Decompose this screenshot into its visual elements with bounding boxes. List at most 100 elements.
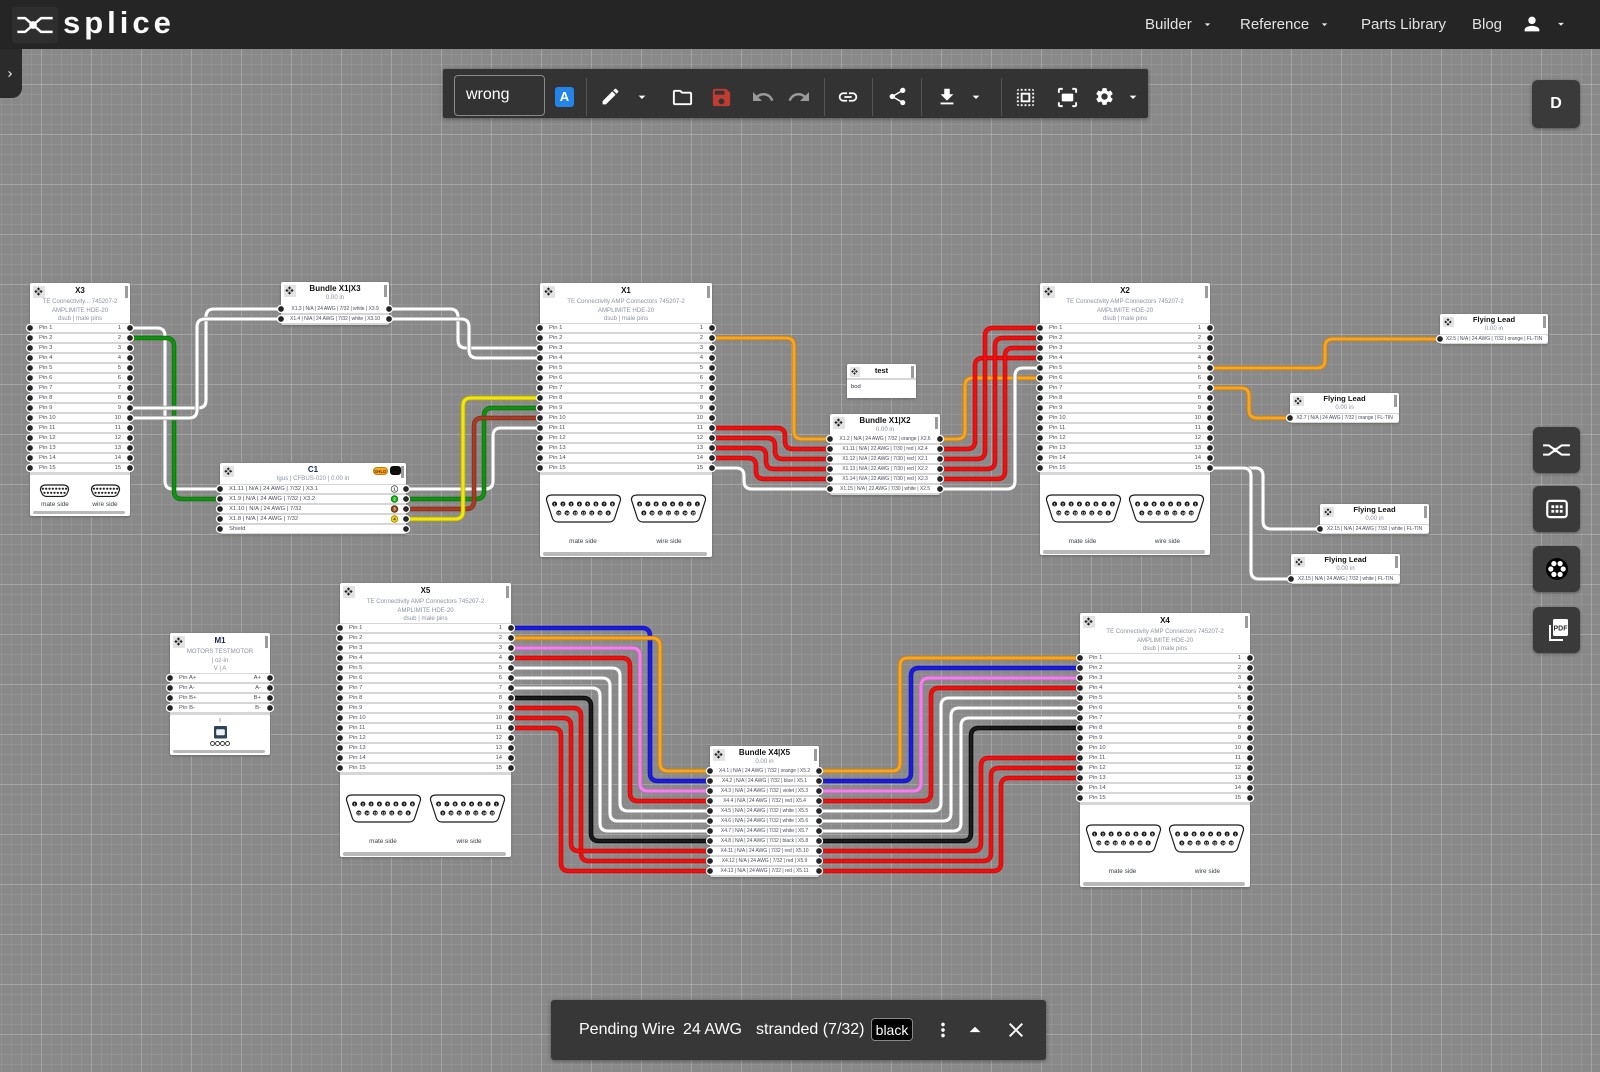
svg-text:12: 12 [582,511,586,515]
svg-text:15: 15 [1097,841,1101,845]
svg-text:4: 4 [1119,832,1121,836]
svg-text:9: 9 [442,811,444,815]
svg-text:4: 4 [579,502,581,506]
svg-text:4: 4 [1210,832,1212,836]
svg-text:15: 15 [1189,511,1193,515]
svg-text:12: 12 [1082,511,1086,515]
svg-text:6: 6 [595,502,597,506]
svg-text:5: 5 [387,802,389,806]
svg-text:7: 7 [647,502,649,506]
svg-text:12: 12 [1165,511,1169,515]
svg-text:12: 12 [1122,841,1126,845]
svg-text:2: 2 [487,802,489,806]
svg-text:8: 8 [412,802,414,806]
svg-text:1: 1 [1195,502,1197,506]
svg-text:4: 4 [471,802,473,806]
svg-text:1: 1 [554,502,556,506]
svg-text:15: 15 [691,511,695,515]
svg-text:14: 14 [1221,841,1225,845]
svg-text:2: 2 [1102,832,1104,836]
svg-text:8: 8 [612,502,614,506]
svg-text:5: 5 [1162,502,1164,506]
svg-text:15: 15 [1057,511,1061,515]
svg-text:6: 6 [1135,832,1137,836]
svg-text:4: 4 [672,502,674,506]
svg-text:1: 1 [1235,832,1237,836]
svg-text:14: 14 [1105,841,1109,845]
svg-text:15: 15 [557,511,561,515]
svg-text:10: 10 [398,811,402,815]
svg-text:2: 2 [562,502,564,506]
svg-text:14: 14 [683,511,687,515]
svg-text:11: 11 [458,811,462,815]
svg-text:4: 4 [1079,502,1081,506]
svg-text:3: 3 [570,502,572,506]
svg-text:5: 5 [1202,832,1204,836]
svg-text:1: 1 [496,802,498,806]
svg-text:14: 14 [482,811,486,815]
svg-text:3: 3 [680,502,682,506]
svg-text:13: 13 [1073,511,1077,515]
svg-text:12: 12 [667,511,671,515]
svg-text:11: 11 [1090,511,1094,515]
svg-text:8: 8 [1112,502,1114,506]
svg-text:13: 13 [474,811,478,815]
svg-text:10: 10 [1188,841,1192,845]
svg-text:13: 13 [373,811,377,815]
svg-text:11: 11 [390,811,394,815]
svg-text:10: 10 [1148,511,1152,515]
svg-text:3: 3 [1218,832,1220,836]
svg-text:7: 7 [1185,832,1187,836]
svg-text:13: 13 [1113,841,1117,845]
svg-text:7: 7 [446,802,448,806]
svg-text:8: 8 [438,802,440,806]
svg-text:6: 6 [395,802,397,806]
svg-text:11: 11 [590,511,594,515]
svg-text:15: 15 [357,811,361,815]
svg-text:3: 3 [1110,832,1112,836]
svg-text:7: 7 [603,502,605,506]
svg-text:3: 3 [479,802,481,806]
svg-text:5: 5 [1127,832,1129,836]
svg-text:11: 11 [659,511,663,515]
svg-text:8: 8 [1137,502,1139,506]
svg-text:13: 13 [1213,841,1217,845]
svg-text:7: 7 [1143,832,1145,836]
svg-text:10: 10 [1138,841,1142,845]
svg-text:2: 2 [688,502,690,506]
svg-text:3: 3 [1178,502,1180,506]
svg-text:1: 1 [1094,832,1096,836]
svg-text:13: 13 [675,511,679,515]
svg-text:11: 11 [1157,511,1161,515]
svg-text:6: 6 [655,502,657,506]
svg-text:13: 13 [573,511,577,515]
svg-text:1: 1 [1054,502,1056,506]
svg-text:9: 9 [1147,841,1149,845]
svg-text:5: 5 [463,802,465,806]
svg-text:8: 8 [1177,832,1179,836]
svg-text:10: 10 [598,511,602,515]
svg-text:9: 9 [607,511,609,515]
svg-text:9: 9 [407,811,409,815]
svg-text:4: 4 [1170,502,1172,506]
svg-text:3: 3 [1070,502,1072,506]
svg-text:10: 10 [650,511,654,515]
svg-text:10: 10 [1098,511,1102,515]
svg-text:8: 8 [1152,832,1154,836]
svg-text:5: 5 [587,502,589,506]
svg-text:11: 11 [1130,841,1134,845]
svg-text:3: 3 [370,802,372,806]
svg-text:9: 9 [1141,511,1143,515]
svg-text:12: 12 [382,811,386,815]
svg-text:6: 6 [454,802,456,806]
svg-text:7: 7 [1145,502,1147,506]
svg-text:14: 14 [365,811,369,815]
svg-text:5: 5 [1087,502,1089,506]
svg-text:6: 6 [1153,502,1155,506]
svg-text:15: 15 [490,811,494,815]
svg-text:2: 2 [1186,502,1188,506]
svg-text:12: 12 [466,811,470,815]
svg-text:2: 2 [1226,832,1228,836]
svg-text:4: 4 [379,802,381,806]
svg-text:14: 14 [1181,511,1185,515]
